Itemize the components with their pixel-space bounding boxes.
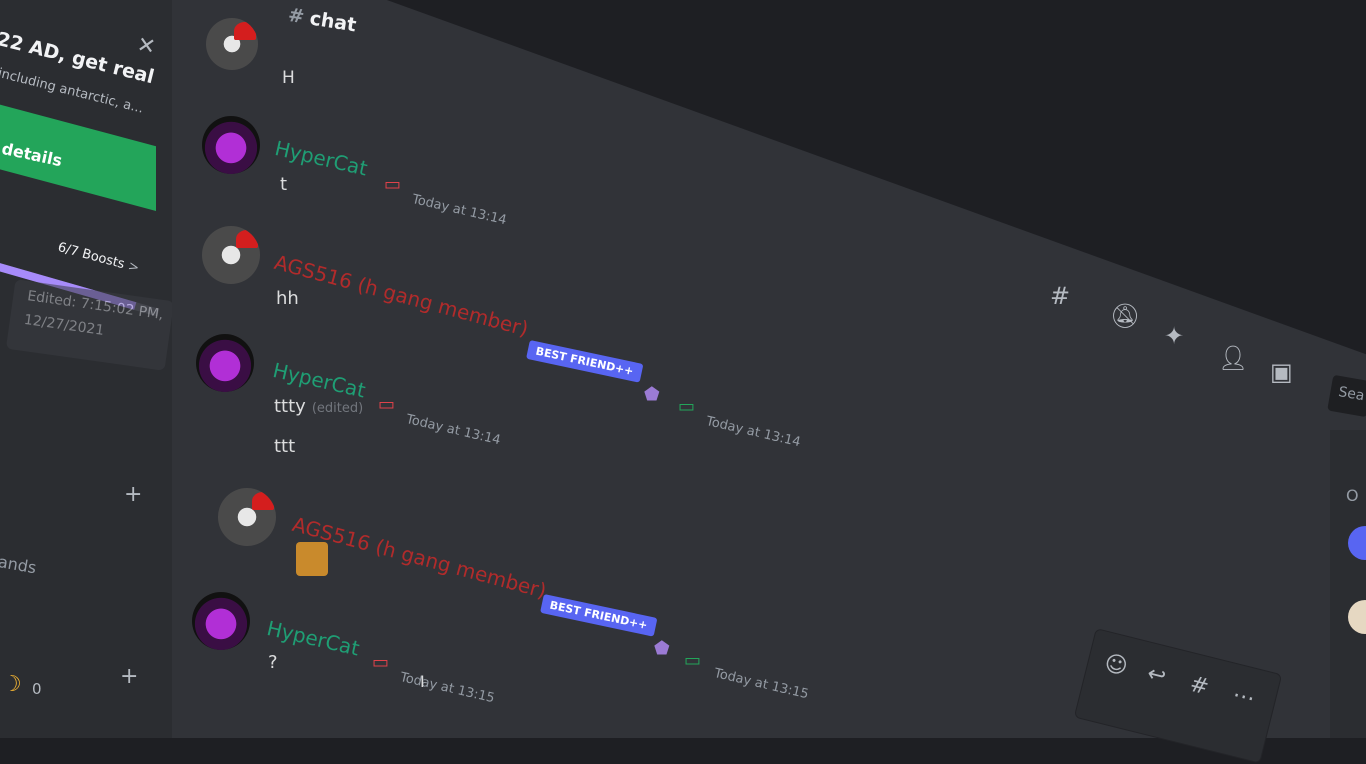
boost-status[interactable]: 6/7 Boosts > <box>56 240 141 276</box>
avatar[interactable] <box>202 226 260 284</box>
chat-area: # chat <box>172 0 1366 738</box>
inbox-icon[interactable]: ▣ <box>1270 358 1293 386</box>
message-text: ? <box>268 652 278 673</box>
text-cursor-icon: I <box>420 672 425 691</box>
message-text: t <box>280 174 288 195</box>
threads-icon[interactable]: # <box>1050 282 1070 310</box>
threads-icon[interactable]: # <box>1187 672 1211 701</box>
more-icon[interactable]: ⋯ <box>1230 682 1257 712</box>
edited-label[interactable]: (edited) <box>312 401 363 416</box>
monitor-icon: ▭ <box>678 396 696 417</box>
avatar[interactable] <box>206 18 258 70</box>
avatar[interactable] <box>196 334 254 392</box>
add-channel-icon[interactable]: + <box>120 664 138 689</box>
sticker-image[interactable] <box>296 542 328 576</box>
avatar[interactable] <box>218 488 276 546</box>
event-details-button[interactable]: details <box>0 103 156 211</box>
avatar[interactable] <box>192 592 250 650</box>
message-text: hh <box>276 288 299 309</box>
channel-category-label[interactable]: ands <box>0 552 38 577</box>
close-icon[interactable]: ✕ <box>135 33 157 61</box>
members-icon[interactable]: 👤︎ <box>1218 344 1248 372</box>
channel-name: chat <box>308 7 358 37</box>
monitor-icon: ▭ <box>684 650 702 671</box>
boost-count: 6/7 Boosts <box>56 240 127 273</box>
message-text: ttty (edited) <box>274 396 363 417</box>
moon-count: 0 <box>32 680 42 698</box>
monitor-icon: ▭ <box>378 394 396 415</box>
avatar[interactable] <box>1348 526 1366 560</box>
shield-icon: ⬟ <box>654 638 670 659</box>
reply-icon[interactable]: ↩ <box>1145 661 1169 690</box>
channel-header: # chat <box>287 4 358 36</box>
sidebar: 22 AD, get real ✕ including antarctic, a… <box>0 0 172 738</box>
bell-slash-icon[interactable]: 🔕︎ <box>1110 302 1140 330</box>
avatar[interactable] <box>202 116 260 174</box>
shield-icon: ⬟ <box>644 384 660 405</box>
monitor-icon: ▭ <box>372 652 390 673</box>
event-details-label: details <box>0 139 64 171</box>
member-list: O <box>1330 430 1366 738</box>
message-text-content: ttty <box>274 396 306 417</box>
edited-tooltip: Edited: 7:15:02 PM, 12/27/2021 <box>5 279 172 371</box>
chevron-right-icon: > <box>126 258 141 277</box>
message-text: H <box>282 68 295 88</box>
moon-icon: ☽ <box>2 672 22 697</box>
monitor-icon: ▭ <box>384 174 402 195</box>
message-text: ttt <box>274 436 296 457</box>
add-reaction-icon[interactable]: ☺ <box>1102 651 1130 681</box>
channel-hash-icon: # <box>286 4 306 29</box>
search-input[interactable]: Sea <box>1327 374 1366 418</box>
avatar[interactable] <box>1348 600 1366 634</box>
member-list-header: O <box>1346 486 1359 505</box>
add-channel-icon[interactable]: + <box>124 482 142 507</box>
pin-icon[interactable]: ✦ <box>1164 322 1184 350</box>
